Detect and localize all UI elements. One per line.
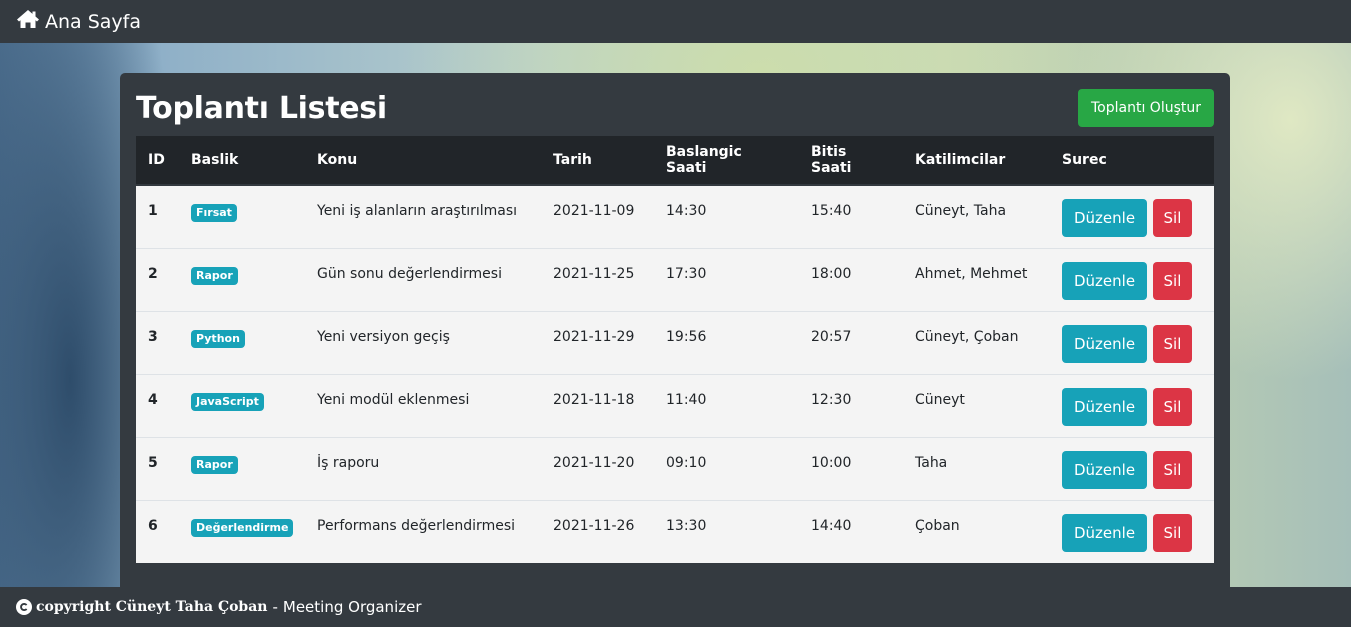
header-baslik: Baslik <box>179 136 305 186</box>
row-actions: Düzenle Sil <box>1050 185 1214 248</box>
page-title: Toplantı Listesi <box>136 91 387 126</box>
row-id: 5 <box>136 436 179 500</box>
row-participants: Cüneyt <box>903 373 1050 437</box>
row-id: 4 <box>136 373 179 437</box>
row-start-time: 09:10 <box>654 436 799 500</box>
delete-button[interactable]: Sil <box>1152 324 1193 363</box>
footer: copyright Cüneyt Taha Çoban - Meeting Or… <box>0 587 1351 627</box>
row-actions: Düzenle Sil <box>1050 310 1214 374</box>
header-bitis: Bitis Saati <box>799 136 903 186</box>
table-header-row: ID Baslik Konu Tarih Baslangic Saati Bit… <box>136 136 1214 186</box>
row-end-time: 12:30 <box>799 373 903 437</box>
header-konu: Konu <box>305 136 541 186</box>
row-date: 2021-11-25 <box>541 247 654 311</box>
edit-button[interactable]: Düzenle <box>1062 387 1148 426</box>
meeting-table: ID Baslik Konu Tarih Baslangic Saati Bit… <box>136 136 1214 563</box>
title-part-2: Listesi <box>278 91 387 126</box>
row-topic: Yeni versiyon geçiş <box>305 310 541 374</box>
row-id: 1 <box>148 203 158 219</box>
header-surec: Surec <box>1050 136 1214 186</box>
row-id: 3 <box>136 310 179 374</box>
row-participants: Cüneyt, Taha <box>915 203 1007 219</box>
row-actions: Düzenle Sil <box>1050 247 1214 311</box>
meeting-list-card: Toplantı Listesi Toplantı Oluştur ID Bas… <box>120 73 1230 593</box>
delete-button[interactable]: Sil <box>1152 199 1193 237</box>
row-end-time: 20:57 <box>799 310 903 374</box>
row-participants: Ahmet, Mehmet <box>903 247 1050 311</box>
footer-owner: copyright Cüneyt Taha Çoban <box>36 599 268 615</box>
title-badge: Rapor <box>191 455 238 474</box>
edit-button[interactable]: Düzenle <box>1062 513 1148 552</box>
row-actions: Düzenle Sil <box>1050 499 1214 563</box>
title-part-1: Toplantı <box>136 91 269 126</box>
row-title-cell: Rapor <box>179 247 305 311</box>
row-topic: Yeni iş alanların araştırılması <box>317 203 518 219</box>
table-row: 5 Rapor İş raporu 2021-11-20 09:10 10:00… <box>136 436 1214 500</box>
row-end-time: 15:40 <box>811 203 852 219</box>
table-row: 2 Rapor Gün sonu değerlendirmesi 2021-11… <box>136 247 1214 311</box>
row-title-cell: Python <box>179 310 305 374</box>
title-badge: Fırsat <box>191 204 237 222</box>
edit-button[interactable]: Düzenle <box>1062 450 1148 489</box>
row-topic: İş raporu <box>305 436 541 500</box>
edit-button[interactable]: Düzenle <box>1062 324 1148 363</box>
row-date: 2021-11-09 <box>553 203 635 219</box>
home-icon <box>16 9 45 34</box>
delete-button[interactable]: Sil <box>1152 387 1193 426</box>
row-start-time: 17:30 <box>654 247 799 311</box>
row-start-time: 19:56 <box>654 310 799 374</box>
row-title-cell: JavaScript <box>179 373 305 437</box>
row-end-time: 14:40 <box>799 499 903 563</box>
table-row: 3 Python Yeni versiyon geçiş 2021-11-29 … <box>136 310 1214 374</box>
title-badge: JavaScript <box>191 392 264 411</box>
row-start-time: 11:40 <box>654 373 799 437</box>
delete-button[interactable]: Sil <box>1152 261 1193 300</box>
row-topic: Performans değerlendirmesi <box>305 499 541 563</box>
row-topic: Yeni modül eklenmesi <box>305 373 541 437</box>
copyright-icon <box>16 599 32 615</box>
home-link[interactable]: Ana Sayfa <box>16 9 141 34</box>
delete-button[interactable]: Sil <box>1152 513 1193 552</box>
title-badge: Değerlendirme <box>191 518 294 537</box>
row-date: 2021-11-18 <box>541 373 654 437</box>
brand-label: Ana Sayfa <box>45 10 142 33</box>
row-actions: Düzenle Sil <box>1050 436 1214 500</box>
row-end-time: 18:00 <box>799 247 903 311</box>
row-date: 2021-11-20 <box>541 436 654 500</box>
header-id: ID <box>136 136 179 186</box>
row-start-time: 14:30 <box>666 203 707 219</box>
row-date: 2021-11-29 <box>541 310 654 374</box>
table-row: 4 JavaScript Yeni modül eklenmesi 2021-1… <box>136 373 1214 437</box>
row-topic: Gün sonu değerlendirmesi <box>305 247 541 311</box>
row-title-cell: Değerlendirme <box>179 499 305 563</box>
title-badge: Python <box>191 329 245 348</box>
header-katilimcilar: Katilimcilar <box>903 136 1050 186</box>
row-end-time: 10:00 <box>799 436 903 500</box>
row-date: 2021-11-26 <box>541 499 654 563</box>
header-tarih: Tarih <box>541 136 654 186</box>
row-title-cell: Rapor <box>179 436 305 500</box>
row-id: 6 <box>136 499 179 563</box>
create-meeting-button[interactable]: Toplantı Oluştur <box>1078 89 1214 127</box>
row-participants: Çoban <box>903 499 1050 563</box>
row-id: 2 <box>136 247 179 311</box>
row-title-cell: Fırsat <box>179 185 305 248</box>
edit-button[interactable]: Düzenle <box>1062 261 1148 300</box>
delete-button[interactable]: Sil <box>1152 450 1193 489</box>
table-row: 1 Fırsat Yeni iş alanların araştırılması… <box>136 185 1214 248</box>
edit-button[interactable]: Düzenle <box>1062 199 1148 237</box>
row-start-time: 13:30 <box>654 499 799 563</box>
title-badge: Rapor <box>191 266 238 285</box>
table-row: 6 Değerlendirme Performans değerlendirme… <box>136 499 1214 563</box>
footer-separator: - <box>272 598 278 616</box>
top-navbar: Ana Sayfa <box>0 0 1351 43</box>
header-baslangic: Baslangic Saati <box>654 136 799 186</box>
row-actions: Düzenle Sil <box>1050 373 1214 437</box>
row-participants: Cüneyt, Çoban <box>903 310 1050 374</box>
row-participants: Taha <box>903 436 1050 500</box>
footer-app-name: Meeting Organizer <box>282 598 422 616</box>
